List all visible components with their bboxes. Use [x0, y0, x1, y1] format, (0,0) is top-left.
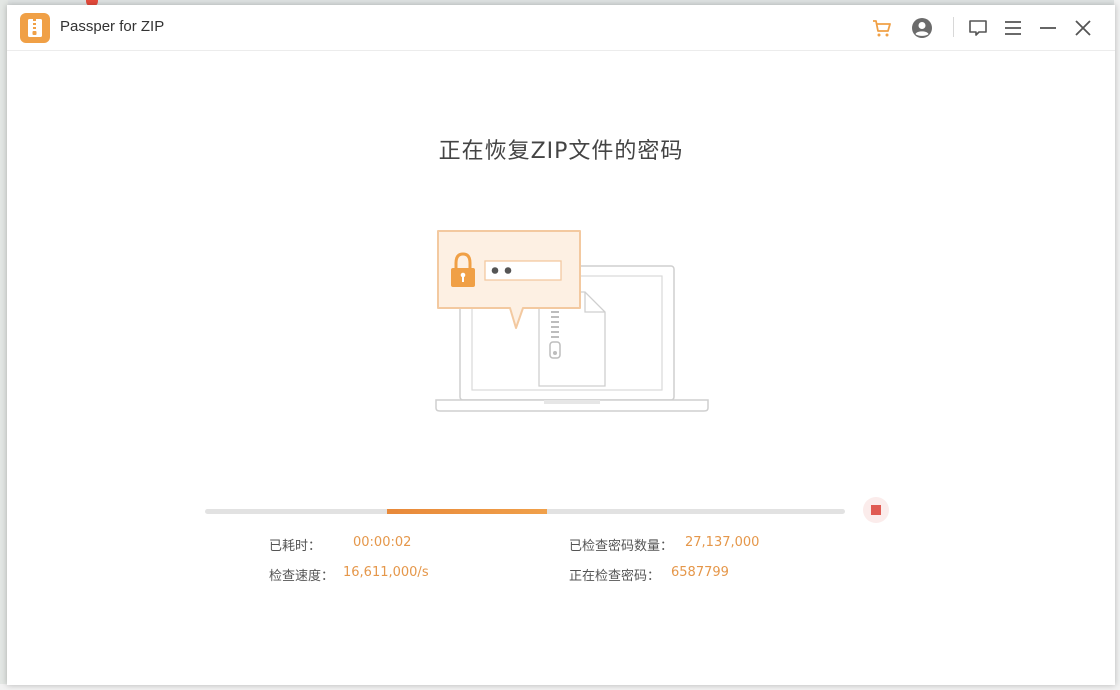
stop-button[interactable] — [863, 497, 889, 523]
progress-bar-fill — [387, 509, 548, 514]
recovery-illustration — [427, 220, 717, 424]
cart-icon[interactable] — [870, 16, 894, 40]
checked-count-value: 27,137,000 — [685, 535, 760, 550]
minimize-icon[interactable] — [1036, 16, 1060, 40]
app-logo-icon — [20, 13, 50, 43]
feedback-icon[interactable] — [966, 16, 990, 40]
current-password-label: 正在检查密码： — [569, 569, 661, 584]
progress-bar — [205, 509, 845, 514]
app-window: Passper for ZIP 正在恢复ZIP文件的密码 已耗时： 00:00:… — [7, 5, 1115, 685]
page-title: 正在恢复ZIP文件的密码 — [438, 139, 684, 164]
user-icon[interactable] — [910, 16, 934, 40]
speed-label: 检查速度： — [269, 569, 335, 584]
title-bar: Passper for ZIP — [7, 5, 1115, 51]
app-title: Passper for ZIP — [60, 18, 165, 35]
checked-count-label: 已检查密码数量： — [569, 539, 674, 554]
titlebar-divider — [953, 17, 954, 37]
laptop-zip-illustration — [435, 230, 709, 412]
elapsed-value: 00:00:02 — [353, 535, 412, 550]
menu-icon[interactable] — [1001, 16, 1025, 40]
stop-icon — [871, 505, 881, 515]
speed-value: 16,611,000/s — [343, 565, 429, 580]
current-password-value: 6587799 — [671, 565, 729, 580]
close-icon[interactable] — [1071, 16, 1095, 40]
elapsed-label: 已耗时： — [269, 539, 322, 554]
